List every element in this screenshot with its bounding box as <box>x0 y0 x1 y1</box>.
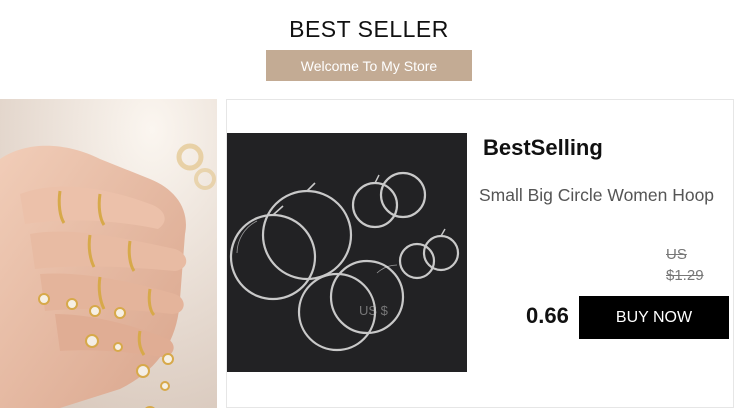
buy-now-button[interactable]: BUY NOW <box>579 296 729 339</box>
original-price-amount: $1.29 <box>666 267 704 284</box>
sale-price: 0.66 <box>526 303 569 328</box>
product-image[interactable] <box>227 133 467 372</box>
original-price-currency: US <box>666 246 687 263</box>
rings-hand-image <box>0 99 217 408</box>
buy-now-label: BUY NOW <box>615 308 693 326</box>
welcome-banner[interactable]: Welcome To My Store <box>266 50 472 81</box>
section-title: BEST SELLER <box>289 16 449 42</box>
rings-hand-photo[interactable] <box>0 99 217 408</box>
price-watermark: US $ <box>359 303 388 318</box>
original-price: US $1.29 <box>666 244 716 286</box>
product-name-wrap[interactable]: Small Big Circle Women Hoop <box>479 183 734 213</box>
hoop-earrings-image <box>227 133 467 372</box>
product-name: Small Big Circle Women Hoop <box>479 185 715 205</box>
product-brand: BestSelling <box>483 135 603 160</box>
welcome-label: Welcome To My Store <box>300 57 438 74</box>
